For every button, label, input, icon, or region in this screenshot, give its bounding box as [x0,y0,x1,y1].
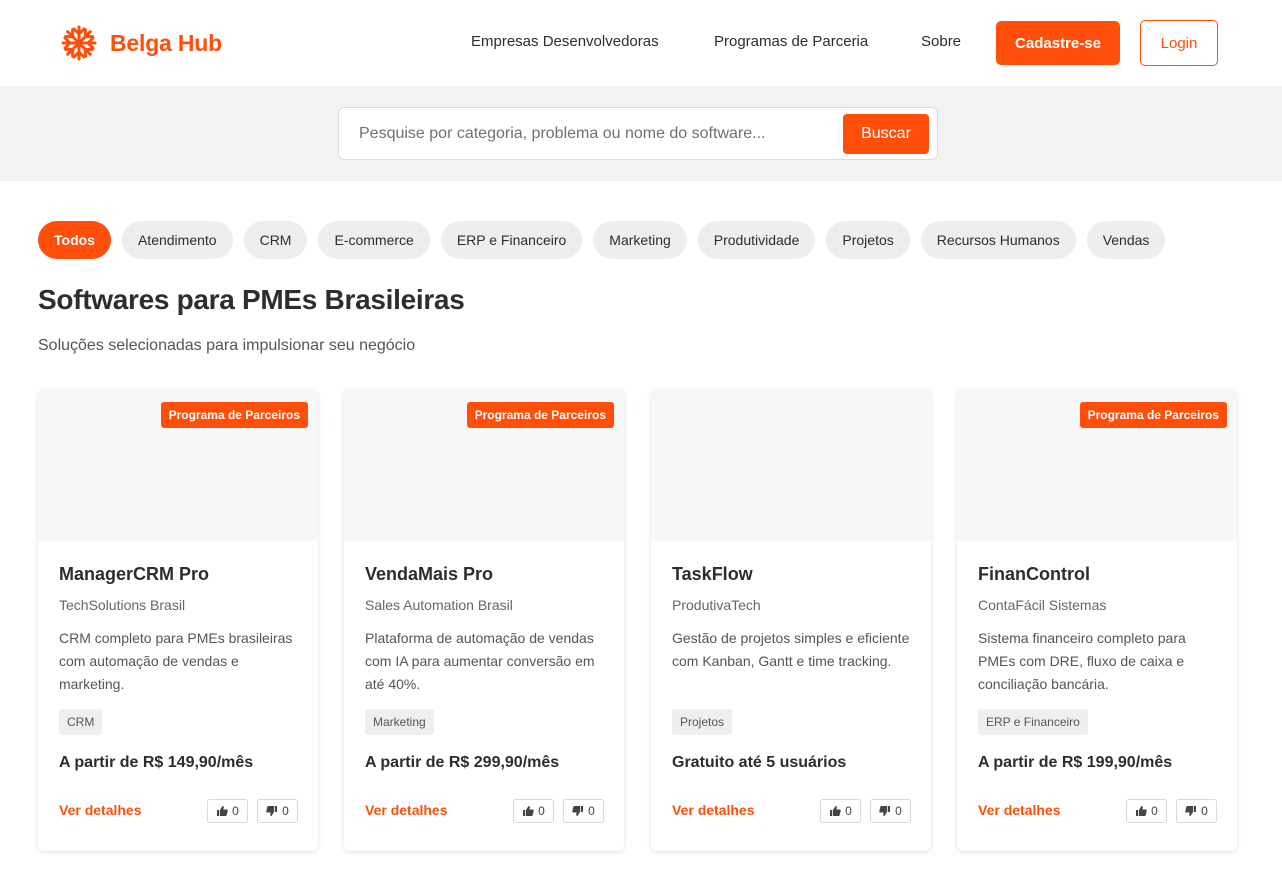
partner-badge: Programa de Parceiros [1079,402,1227,428]
thumbs-up-icon [522,805,534,817]
thumbs-up-icon [216,805,228,817]
view-details-link[interactable]: Ver detalhes [59,802,142,818]
like-button[interactable]: 0 [207,799,248,823]
like-button[interactable]: 0 [820,799,861,823]
category-pill-marketing[interactable]: Marketing [593,221,687,259]
card-description: Sistema financeiro completo para PMEs co… [978,630,1186,692]
category-pill-crm[interactable]: CRM [243,221,308,259]
like-button[interactable]: 0 [513,799,554,823]
search-box: Buscar [338,107,938,160]
brand-name: Belga Hub [110,29,222,56]
view-details-link[interactable]: Ver detalhes [978,802,1061,818]
card-company: ContaFácil Sistemas [978,597,1107,613]
card-description: Plataforma de automação de vendas com IA… [365,630,595,692]
signup-button[interactable]: Cadastre-se [996,21,1120,65]
dislike-button[interactable]: 0 [870,799,911,823]
like-button[interactable]: 0 [1126,799,1167,823]
card-price: A partir de R$ 199,90/mês [978,754,1173,771]
software-card[interactable]: Programa de Parceiros FinanControl Conta… [957,390,1237,851]
page-title: Softwares para PMEs Brasileiras [38,284,465,315]
card-company: TechSolutions Brasil [59,597,186,613]
dislike-count: 0 [895,804,902,818]
card-category-tag: Marketing [365,709,434,735]
card-title: VendaMais Pro [365,564,494,584]
partner-badge: Programa de Parceiros [160,402,308,428]
search-section: Buscar [0,86,1282,181]
software-card[interactable]: Programa de Parceiros ManagerCRM Pro Tec… [38,390,318,851]
card-price: A partir de R$ 149,90/mês [59,754,254,771]
card-description: Gestão de projetos simples e eficiente c… [672,630,910,669]
card-title: FinanControl [978,564,1090,584]
search-input[interactable] [359,108,839,159]
card-price: Gratuito até 5 usuários [672,754,847,771]
card-image-placeholder [651,390,931,541]
card-description: CRM completo para PMEs brasileiras com a… [59,630,293,692]
category-pill-ecommerce[interactable]: E-commerce [318,221,430,259]
category-pill-erp[interactable]: ERP e Financeiro [440,221,583,259]
like-count: 0 [845,804,852,818]
card-category-tag: Projetos [672,709,733,735]
category-pill-vendas[interactable]: Vendas [1086,221,1166,259]
thumbs-down-icon [879,805,891,817]
thumbs-up-icon [829,805,841,817]
category-pill-atendimento[interactable]: Atendimento [121,221,233,259]
dislike-count: 0 [282,804,289,818]
category-pill-produtividade[interactable]: Produtividade [697,221,816,259]
card-company: Sales Automation Brasil [365,597,513,613]
thumbs-down-icon [1185,805,1197,817]
category-filter: Todos Atendimento CRM E-commerce ERP e F… [38,221,1166,259]
card-category-tag: ERP e Financeiro [978,709,1088,735]
view-details-link[interactable]: Ver detalhes [672,802,755,818]
site-header: Belga Hub Empresas Desenvolvedoras Progr… [0,0,1282,86]
dislike-button[interactable]: 0 [1176,799,1217,823]
brand-logo[interactable]: Belga Hub [60,23,222,63]
category-pill-projetos[interactable]: Projetos [826,221,910,259]
software-card[interactable]: Programa de Parceiros VendaMais Pro Sale… [344,390,624,851]
card-title: TaskFlow [672,564,753,584]
card-title: ManagerCRM Pro [59,564,210,584]
thumbs-down-icon [266,805,278,817]
view-details-link[interactable]: Ver detalhes [365,802,448,818]
like-count: 0 [232,804,239,818]
dislike-button[interactable]: 0 [563,799,604,823]
snowflake-icon [60,24,98,62]
page-subtitle: Soluções selecionadas para impulsionar s… [38,337,416,354]
thumbs-down-icon [572,805,584,817]
card-price: A partir de R$ 299,90/mês [365,754,560,771]
like-count: 0 [1151,804,1158,818]
software-card[interactable]: TaskFlow ProdutivaTech Gestão de projeto… [651,390,931,851]
dislike-count: 0 [1201,804,1208,818]
search-button[interactable]: Buscar [843,114,929,154]
card-category-tag: CRM [59,709,103,735]
login-button[interactable]: Login [1140,20,1218,66]
nav-link-sobre[interactable]: Sobre [921,33,961,50]
thumbs-up-icon [1135,805,1147,817]
dislike-count: 0 [588,804,595,818]
dislike-button[interactable]: 0 [257,799,298,823]
card-company: ProdutivaTech [672,597,761,613]
category-pill-todos[interactable]: Todos [38,221,111,259]
partner-badge: Programa de Parceiros [466,402,614,428]
category-pill-rh[interactable]: Recursos Humanos [920,221,1076,259]
nav-link-empresas[interactable]: Empresas Desenvolvedoras [471,33,659,50]
nav-link-programas[interactable]: Programas de Parceria [714,33,868,50]
like-count: 0 [538,804,545,818]
